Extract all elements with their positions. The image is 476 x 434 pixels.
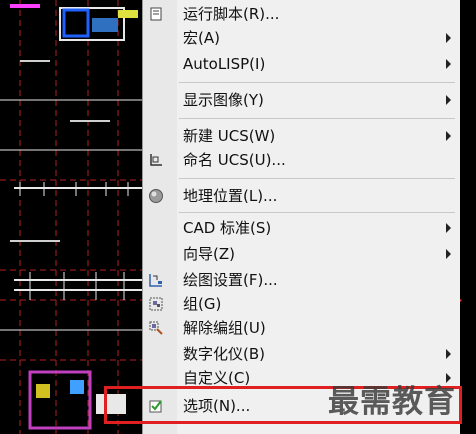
submenu-arrow-icon — [446, 33, 451, 43]
menu-item-run-script[interactable]: 运行脚本(R)... — [143, 2, 461, 26]
menu-item-label: 数字化仪(B) — [183, 345, 265, 363]
menu-item-named-ucs[interactable]: 命名 UCS(U)... — [143, 148, 461, 172]
menu-item-label: 显示图像(Y) — [183, 91, 264, 109]
menu-item-label: 宏(A) — [183, 29, 220, 47]
menu-item-macro[interactable]: 宏(A) — [143, 26, 461, 50]
menu-separator — [179, 212, 455, 213]
menu-item-display-image[interactable]: 显示图像(Y) — [143, 88, 461, 112]
submenu-arrow-icon — [446, 131, 451, 141]
globe-icon — [147, 187, 165, 205]
menu-item-new-ucs[interactable]: 新建 UCS(W) — [143, 124, 461, 148]
menu-item-label: 解除编组(U) — [183, 319, 266, 337]
menu-item-label: AutoLISP(I) — [183, 55, 266, 73]
menu-item-label: 向导(Z) — [183, 245, 235, 263]
menu-separator — [179, 178, 455, 179]
menu-item-drafting-settings[interactable]: 绘图设置(F)... — [143, 268, 461, 292]
submenu-arrow-icon — [446, 59, 451, 69]
script-icon — [147, 5, 165, 23]
menu-separator — [179, 82, 455, 83]
menu-item-wizards[interactable]: 向导(Z) — [143, 242, 461, 266]
submenu-arrow-icon — [446, 95, 451, 105]
ungroup-icon — [147, 319, 165, 337]
ucs-icon — [147, 151, 165, 169]
menu-item-label: CAD 标准(S) — [183, 219, 272, 237]
menu-item-label: 自定义(C) — [183, 369, 251, 387]
menu-item-cad-standards[interactable]: CAD 标准(S) — [143, 216, 461, 240]
submenu-arrow-icon — [446, 349, 451, 359]
group-icon — [147, 295, 165, 313]
menu-item-digitizer[interactable]: 数字化仪(B) — [143, 342, 461, 366]
menu-item-geographic-location[interactable]: 地理位置(L)... — [143, 184, 461, 208]
menu-item-ungroup[interactable]: 解除编组(U) — [143, 316, 461, 340]
menu-item-label: 组(G) — [183, 295, 222, 313]
submenu-arrow-icon — [446, 249, 451, 259]
drafting-settings-icon — [147, 271, 165, 289]
menu-item-label: 新建 UCS(W) — [183, 127, 276, 145]
menu-item-label: 地理位置(L)... — [183, 187, 278, 205]
tools-context-menu: 运行脚本(R)... 宏(A) AutoLISP(I) 显示图像(Y) 新建 U… — [142, 0, 460, 434]
menu-item-label: 运行脚本(R)... — [183, 5, 280, 23]
submenu-arrow-icon — [446, 223, 451, 233]
menu-separator — [179, 118, 455, 119]
menu-item-group[interactable]: 组(G) — [143, 292, 461, 316]
menu-item-autolisp[interactable]: AutoLISP(I) — [143, 52, 461, 76]
menu-item-label: 命名 UCS(U)... — [183, 151, 286, 169]
watermark-text: 最需教育 — [328, 384, 456, 420]
menu-item-label: 绘图设置(F)... — [183, 271, 278, 289]
